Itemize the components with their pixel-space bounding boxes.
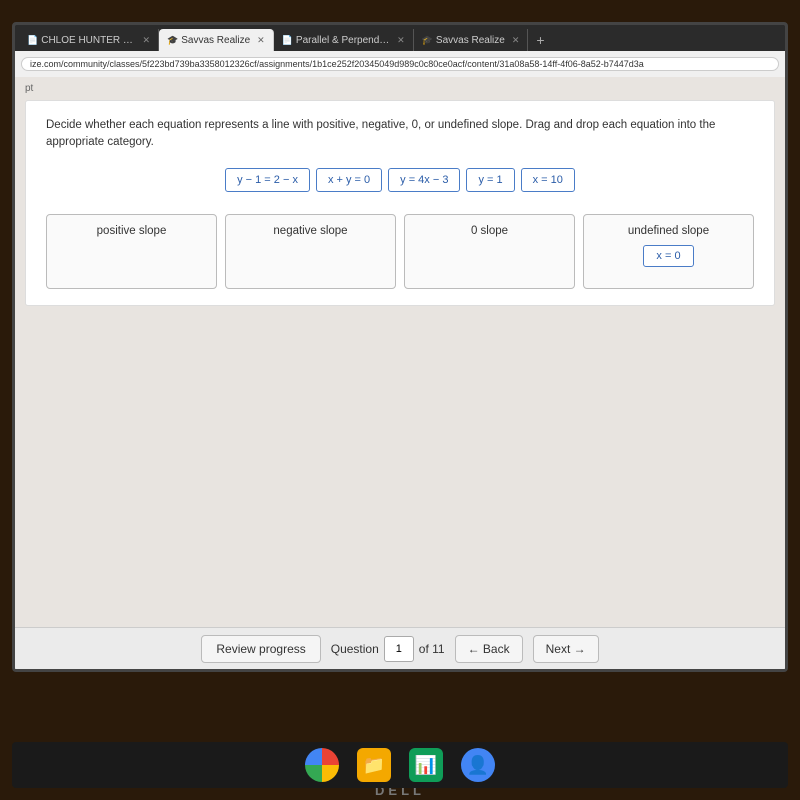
next-button[interactable]: Next → <box>533 635 599 663</box>
taskbar-sheets-icon[interactable]: 📊 <box>409 748 443 782</box>
tab-3-icon: 📄 <box>282 35 293 46</box>
equations-row: y − 1 = 2 − x x + y = 0 y = 4x − 3 y = 1… <box>46 168 754 192</box>
category-positive-slope[interactable]: positive slope <box>46 214 217 289</box>
tab-3-label: Parallel & Perpendicular Lines <box>296 35 390 46</box>
new-tab-button[interactable]: + <box>528 29 552 51</box>
category-negative-label: negative slope <box>273 225 347 237</box>
equation-chip-4[interactable]: y = 1 <box>466 168 514 192</box>
category-positive-label: positive slope <box>97 225 167 237</box>
browser-chrome: 📄 CHLOE HUNTER - 2.5 Parallel an ✕ 🎓 Sav… <box>15 25 785 77</box>
equation-chip-3[interactable]: y = 4x − 3 <box>388 168 460 192</box>
instructions-text: Decide whether each equation represents … <box>46 117 754 152</box>
taskbar: 📁 📊 👤 <box>12 742 788 788</box>
content-box: Decide whether each equation represents … <box>25 100 775 306</box>
question-label: Question <box>331 642 379 656</box>
taskbar-people-icon[interactable]: 👤 <box>461 748 495 782</box>
bottom-nav-bar: Review progress Question of 11 ← Back Ne… <box>15 627 785 669</box>
category-negative-slope[interactable]: negative slope <box>225 214 396 289</box>
question-nav: Question of 11 <box>331 636 445 662</box>
equation-chip-5[interactable]: x = 10 <box>521 168 575 192</box>
breadcrumb-bar: pt <box>19 81 781 96</box>
tab-1-label: CHLOE HUNTER - 2.5 Parallel an <box>41 35 135 46</box>
tab-1[interactable]: 📄 CHLOE HUNTER - 2.5 Parallel an ✕ <box>19 29 159 51</box>
breadcrumb: pt <box>25 83 33 94</box>
tab-4-close[interactable]: ✕ <box>512 35 520 46</box>
tab-2-label: Savvas Realize <box>181 35 250 46</box>
address-bar[interactable]: ize.com/community/classes/5f223bd739ba33… <box>21 57 779 71</box>
category-zero-slope[interactable]: 0 slope <box>404 214 575 289</box>
question-total: of 11 <box>419 642 445 656</box>
tab-2-close[interactable]: ✕ <box>257 35 265 46</box>
tab-1-close[interactable]: ✕ <box>142 35 150 46</box>
question-number-input[interactable] <box>384 636 414 662</box>
category-undefined-slope[interactable]: undefined slope x = 0 <box>583 214 754 289</box>
back-button[interactable]: ← Back <box>455 635 523 663</box>
tab-3[interactable]: 📄 Parallel & Perpendicular Lines ✕ <box>274 29 414 51</box>
page-content: pt Decide whether each equation represen… <box>15 77 785 627</box>
categories-row: positive slope negative slope 0 slope un… <box>46 214 754 289</box>
tab-1-icon: 📄 <box>27 35 38 46</box>
taskbar-files-icon[interactable]: 📁 <box>357 748 391 782</box>
review-progress-button[interactable]: Review progress <box>201 635 320 663</box>
tab-2[interactable]: 🎓 Savvas Realize ✕ <box>159 29 274 51</box>
tab-4[interactable]: 🎓 Savvas Realize ✕ <box>414 29 529 51</box>
tab-2-icon: 🎓 <box>167 35 178 46</box>
category-undefined-label: undefined slope <box>628 225 709 237</box>
equation-chip-2[interactable]: x + y = 0 <box>316 168 382 192</box>
tab-4-icon: 🎓 <box>422 35 433 46</box>
equation-chip-1[interactable]: y − 1 = 2 − x <box>225 168 310 192</box>
category-zero-label: 0 slope <box>471 225 508 237</box>
tab-bar: 📄 CHLOE HUNTER - 2.5 Parallel an ✕ 🎓 Sav… <box>15 25 785 51</box>
placed-chip-x-equals-0[interactable]: x = 0 <box>643 245 693 267</box>
tab-3-close[interactable]: ✕ <box>397 35 405 46</box>
tab-4-label: Savvas Realize <box>436 35 505 46</box>
address-bar-row: ize.com/community/classes/5f223bd739ba33… <box>15 51 785 77</box>
taskbar-chrome-icon[interactable] <box>305 748 339 782</box>
